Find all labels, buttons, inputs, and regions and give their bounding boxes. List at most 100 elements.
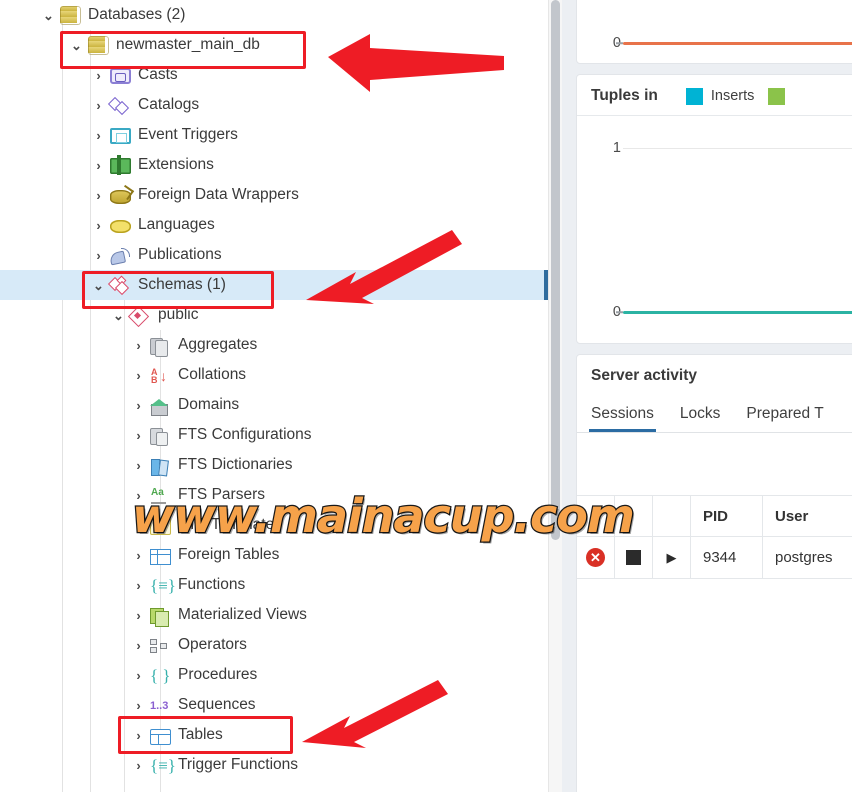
tree-item-label: Extensions [138,155,214,173]
tree-item-aggregates[interactable]: › Aggregates [0,330,548,360]
cell-pid: 9344 [691,537,763,578]
chart-tuples-title: Tuples in [591,87,658,104]
chevron-right-icon[interactable]: › [132,669,145,682]
tree-item-label: Procedures [178,665,258,683]
col-header-details [653,496,691,536]
tree-item-extensions[interactable]: › Extensions [0,150,548,180]
chevron-right-icon[interactable]: › [132,429,145,442]
chart-tuples-legend: Inserts [685,87,794,105]
tree-item-foreign-data-wrappers[interactable]: › Foreign Data Wrappers [0,180,548,210]
operators-icon [150,638,171,655]
chevron-right-icon[interactable]: › [92,99,105,112]
tab-sessions[interactable]: Sessions [589,405,667,432]
chevron-down-icon[interactable]: ⌄ [42,9,55,22]
cell-user: postgres [763,537,852,578]
tree-item-newmaster-main-db[interactable]: ⌄ newmaster_main_db [0,30,548,60]
chevron-right-icon[interactable]: › [92,219,105,232]
chevron-right-icon[interactable]: › [92,129,105,142]
fts-configurations-icon [150,427,171,446]
tree-item-label: Publications [138,245,222,263]
chevron-right-icon[interactable]: › [132,759,145,772]
tree-item-schemas-1[interactable]: ⌄ Schemas (1) [0,270,548,300]
col-header-pid: PID [691,496,763,536]
chevron-down-icon[interactable]: ⌄ [70,39,83,52]
fts-dictionaries-icon [150,458,171,476]
schemas-icon [110,275,131,295]
casts-icon [110,68,131,84]
chevron-right-icon[interactable]: › [132,729,145,742]
object-browser-tree[interactable]: ⌄ Databases (2) ⌄ newmaster_main_db › Casts › C… [0,0,548,792]
chevron-down-icon[interactable]: ⌄ [92,279,105,292]
chevron-right-icon[interactable]: › [132,339,145,352]
tree-item-label: Catalogs [138,95,200,113]
chart-top-tick-mark [616,42,623,44]
tree-item-tables[interactable]: › Tables [0,720,548,750]
tree-item-languages[interactable]: › Languages [0,210,548,240]
tree-item-procedures[interactable]: › { } Procedures [0,660,548,690]
tree-item-label: Functions [178,575,246,593]
dashboard-panel: 0 Tuples in Inserts 1 0 [562,0,852,792]
public-schema-icon [130,308,151,325]
tree-item-catalogs[interactable]: › Catalogs [0,90,548,120]
tree-item-operators[interactable]: › Operators [0,630,548,660]
watermark: www.mainacup.com [131,488,636,545]
server-activity-tabs[interactable]: Sessions Locks Prepared T [577,395,852,433]
server-activity-card: Server activity Sessions Locks Prepared … [576,354,852,792]
tree-item-casts[interactable]: › Casts [0,60,548,90]
tree-item-collations[interactable]: › A B ↓ Collations [0,360,548,390]
tree-item-label: Materialized Views [178,605,307,623]
domains-icon [150,398,171,416]
tree-item-public[interactable]: ⌄ public [0,300,548,330]
tree-item-foreign-tables[interactable]: › Foreign Tables [0,540,548,570]
tree-item-label: newmaster_main_db [116,35,260,53]
tree-item-fts-configurations[interactable]: › FTS Configurations [0,420,548,450]
chevron-right-icon[interactable]: › [132,549,145,562]
terminate-session-button[interactable] [615,537,653,578]
tree-item-databases-2[interactable]: ⌄ Databases (2) [0,0,548,30]
chevron-right-icon[interactable]: › [132,639,145,652]
tab-locks[interactable]: Locks [680,405,734,432]
chevron-right-icon[interactable]: › [92,69,105,82]
tab-prepared-transactions[interactable]: Prepared T [746,405,836,432]
tree-item-label: Schemas (1) [138,275,226,293]
expand-row-button[interactable]: ▶ [653,537,691,578]
chart-tuples-series-line [623,311,852,314]
collations-icon: A B ↓ [151,367,167,385]
chevron-right-icon[interactable]: › [92,249,105,262]
database-icon [88,36,109,55]
tree-item-sequences[interactable]: › 1..3 Sequences [0,690,548,720]
tree-item-label: Collations [178,365,247,383]
tree-item-trigger-functions[interactable]: › {≡} Trigger Functions [0,750,548,780]
chevron-right-icon[interactable]: › [132,459,145,472]
functions-icon: {≡} [150,576,176,595]
table-row[interactable]: ✕ ▶ 9344 postgres [577,537,852,579]
chevron-down-icon[interactable]: ⌄ [112,309,125,322]
chevron-right-icon[interactable]: › [132,609,145,622]
chart-card-top: 0 [576,0,852,64]
tree-item-materialized-views[interactable]: › Materialized Views [0,600,548,630]
tree-item-fts-dictionaries[interactable]: › FTS Dictionaries [0,450,548,480]
tree-item-label: public [158,305,199,323]
tree-item-label: Foreign Tables [178,545,280,563]
tree-item-publications[interactable]: › Publications [0,240,548,270]
tree-item-label: Foreign Data Wrappers [138,185,299,203]
tree-scrollbar-thumb[interactable] [551,0,560,540]
chevron-right-icon[interactable]: › [132,369,145,382]
event-triggers-icon [110,128,131,144]
cancel-icon: ✕ [586,548,605,567]
aggregates-icon [150,337,171,357]
tree-item-domains[interactable]: › Domains [0,390,548,420]
tree-item-event-triggers[interactable]: › Event Triggers [0,120,548,150]
chevron-right-icon[interactable]: › [92,189,105,202]
sequences-icon: 1..3 [150,699,169,712]
chevron-right-icon[interactable]: › [92,159,105,172]
chevron-right-icon[interactable]: › [132,399,145,412]
tree-item-label: FTS Configurations [178,425,312,443]
stop-square-icon [626,550,641,565]
tree-item-functions[interactable]: › {≡} Functions [0,570,548,600]
chart-tuples-tick-mark [616,311,623,313]
tables-icon [150,728,171,745]
chevron-right-icon[interactable]: › [132,579,145,592]
cancel-session-button[interactable]: ✕ [577,537,615,578]
chevron-right-icon[interactable]: › [132,699,145,712]
